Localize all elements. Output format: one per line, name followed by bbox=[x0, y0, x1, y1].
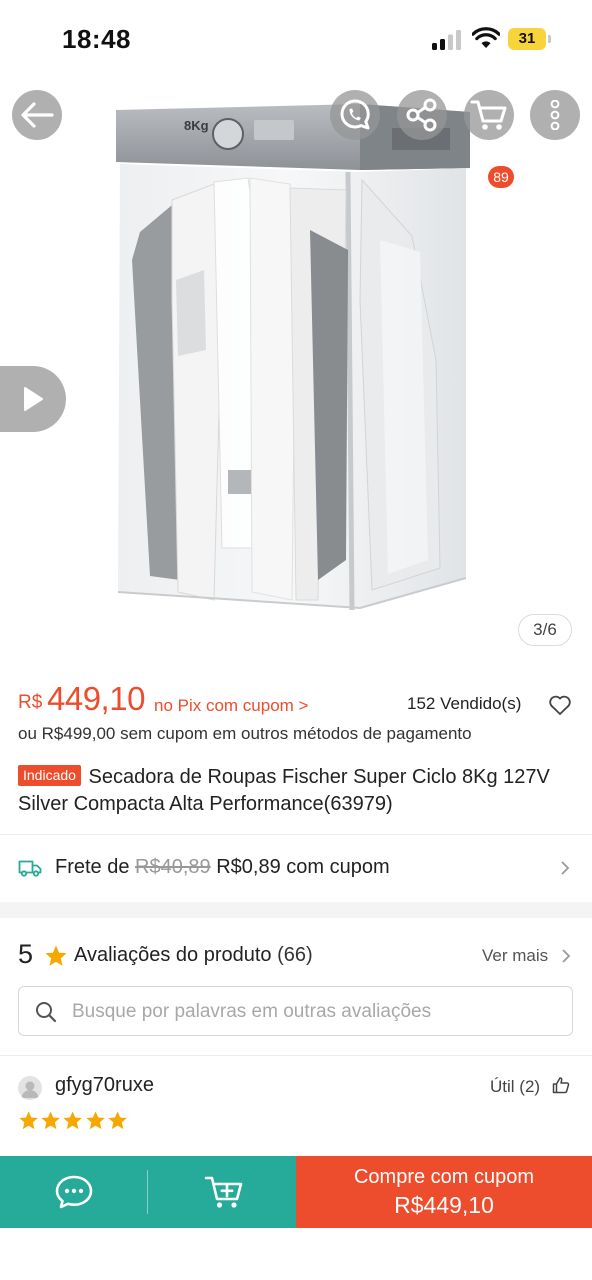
buy-button-label: Compre com cupom bbox=[353, 1166, 535, 1188]
status-bar: 18:48 31 bbox=[0, 0, 592, 78]
star-icon bbox=[19, 1111, 38, 1130]
product-image-gallery[interactable]: 8Kg 89 3/6 bbox=[0, 78, 592, 660]
back-button[interactable] bbox=[12, 90, 62, 140]
star-icon bbox=[63, 1111, 83, 1130]
share-button[interactable] bbox=[397, 90, 447, 140]
cart-icon bbox=[470, 100, 507, 130]
battery-icon: 31 bbox=[508, 28, 552, 50]
avatar bbox=[18, 1076, 42, 1100]
cart-count-badge: 89 bbox=[488, 166, 514, 188]
truck-icon bbox=[18, 860, 42, 877]
recommended-tag: Indicado bbox=[18, 765, 81, 786]
helpful-button[interactable]: Útil (2) bbox=[490, 1077, 540, 1097]
review-item: gfyg70ruxe Útil (2) bbox=[0, 1056, 592, 1156]
review-search-input[interactable]: Busque por palavras em outras avaliações bbox=[18, 986, 573, 1036]
cart-button[interactable] bbox=[464, 90, 514, 140]
see-more-link[interactable]: Ver mais bbox=[482, 946, 548, 966]
shipping-old-price: R$40,89 bbox=[135, 856, 211, 878]
image-counter: 3/6 bbox=[518, 614, 572, 646]
sold-count: 152 Vendido(s) bbox=[407, 694, 522, 713]
reviews-header: 5 Avaliações do produto (66) Ver mais bbox=[0, 930, 592, 980]
thumbs-up-icon[interactable] bbox=[552, 1076, 570, 1094]
heart-icon[interactable] bbox=[548, 694, 572, 716]
star-icon bbox=[41, 1111, 61, 1130]
price-currency: R$ bbox=[18, 692, 43, 713]
search-icon bbox=[36, 1002, 57, 1023]
cellular-signal-icon bbox=[432, 30, 461, 50]
star-icon bbox=[85, 1111, 105, 1130]
product-display-text: 8Kg bbox=[184, 118, 209, 133]
play-icon bbox=[24, 387, 43, 411]
more-vertical-icon bbox=[550, 100, 560, 130]
whatsapp-icon bbox=[340, 99, 370, 130]
shipping-text: Frete de R$40,89 R$0,89 com cupom bbox=[55, 856, 390, 879]
reviews-count: (66) bbox=[277, 944, 313, 966]
pix-coupon-link[interactable]: no Pix com cupom > bbox=[154, 696, 309, 716]
share-icon bbox=[406, 98, 437, 132]
reviews-title: Avaliações do produto (66) bbox=[74, 944, 313, 966]
alt-price-text: ou R$499,00 sem cupom em outros métodos … bbox=[18, 724, 472, 743]
wifi-icon bbox=[472, 27, 500, 48]
home-indicator-area bbox=[0, 1228, 592, 1280]
price-row: R$ 449,10 no Pix com cupom > 152 Vendido… bbox=[18, 680, 574, 720]
chevron-right-icon bbox=[562, 949, 571, 963]
back-arrow-icon bbox=[21, 102, 54, 128]
bottom-action-bar: Compre com cupom R$449,10 bbox=[0, 1156, 592, 1228]
product-title-text: Secadora de Roupas Fischer Super Ciclo 8… bbox=[18, 766, 550, 815]
chevron-right-icon bbox=[561, 861, 570, 875]
chat-icon[interactable] bbox=[54, 1174, 94, 1210]
bottom-left-actions bbox=[0, 1156, 296, 1228]
product-title: Indicado Secadora de Roupas Fischer Supe… bbox=[18, 764, 578, 818]
star-icon bbox=[45, 945, 67, 966]
rating-value: 5 bbox=[18, 939, 34, 969]
more-options-button[interactable] bbox=[530, 90, 580, 140]
price-value: 449,10 bbox=[47, 680, 145, 717]
review-stars bbox=[18, 1110, 128, 1132]
review-username: gfyg70ruxe bbox=[55, 1074, 154, 1096]
play-video-button[interactable] bbox=[0, 366, 66, 432]
star-icon bbox=[108, 1111, 127, 1130]
status-time: 18:48 bbox=[62, 24, 131, 54]
add-to-cart-icon[interactable] bbox=[204, 1174, 244, 1210]
battery-level: 31 bbox=[508, 28, 546, 50]
buy-button-price: R$449,10 bbox=[394, 1192, 494, 1218]
shipping-row[interactable]: Frete de R$40,89 R$0,89 com cupom bbox=[0, 835, 592, 901]
section-separator bbox=[0, 902, 592, 918]
whatsapp-share-button[interactable] bbox=[330, 90, 380, 140]
search-placeholder: Busque por palavras em outras avaliações bbox=[72, 1001, 432, 1022]
shipping-new-price: R$0,89 com cupom bbox=[216, 856, 390, 878]
buy-with-coupon-button[interactable]: Compre com cupom R$449,10 bbox=[296, 1156, 592, 1228]
shipping-prefix: Frete de bbox=[55, 856, 130, 878]
